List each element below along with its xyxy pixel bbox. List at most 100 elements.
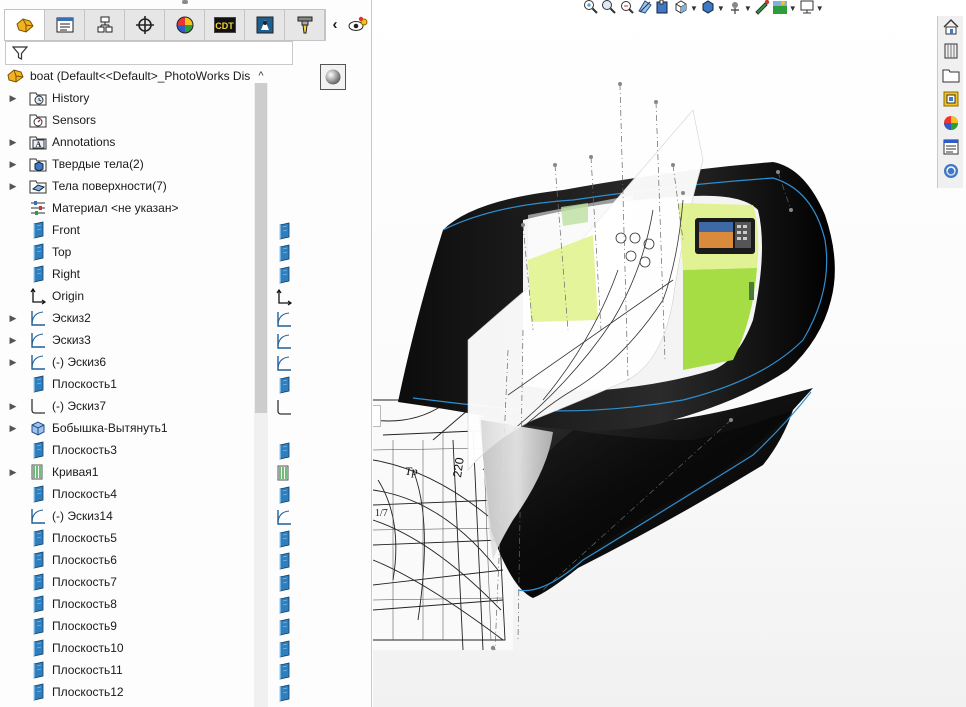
tree-item[interactable]: ▶ (-) Эскиз6 — [0, 351, 252, 373]
apply-scene-button[interactable]: ▼ — [772, 0, 797, 16]
panel-grip[interactable] — [182, 0, 188, 4]
sketch-icon[interactable] — [274, 353, 294, 373]
tree-root-part[interactable]: boat (Default<<Default>_PhotoWorks Dis — [0, 65, 268, 87]
chevron-down-icon[interactable]: ▼ — [789, 4, 797, 13]
tab-property-manager[interactable] — [45, 10, 85, 40]
plane-icon[interactable] — [274, 639, 294, 659]
expand-arrow-icon[interactable]: ▶ — [8, 467, 18, 478]
tab-dimxpert-manager[interactable] — [125, 10, 165, 40]
tree-item[interactable]: Origin — [0, 285, 252, 307]
expand-arrow-icon[interactable]: ▶ — [8, 357, 18, 368]
curve-icon[interactable] — [274, 463, 294, 483]
viewport-split-handle[interactable] — [373, 405, 381, 427]
tab-cam-feature-manager[interactable]: CDT — [205, 10, 245, 40]
chevron-down-icon[interactable]: ▼ — [690, 4, 698, 13]
expand-arrow-icon[interactable]: ▶ — [8, 423, 18, 434]
custom-properties-tab[interactable] — [940, 138, 962, 159]
chevron-down-icon[interactable]: ▼ — [816, 4, 824, 13]
tree-item[interactable]: Плоскость9 — [0, 615, 252, 637]
plane-icon[interactable] — [274, 683, 294, 703]
tree-filter-field[interactable] — [5, 41, 293, 65]
plane-icon[interactable] — [274, 265, 294, 285]
collapse-panel-button[interactable]: ‹ — [328, 15, 342, 35]
plane-icon[interactable] — [274, 441, 294, 461]
tree-item[interactable]: Плоскость5 — [0, 527, 252, 549]
solidworks-resources-tab[interactable] — [940, 18, 962, 39]
tree-item[interactable]: Плоскость4 — [0, 483, 252, 505]
tree-item[interactable]: ▶ Твердые тела(2) — [0, 153, 252, 175]
expand-arrow-icon[interactable]: ▶ — [8, 313, 18, 324]
plane-icon[interactable] — [274, 529, 294, 549]
zoom-to-fit-button[interactable] — [583, 0, 599, 16]
tree-item[interactable]: Плоскость8 — [0, 593, 252, 615]
tree-item[interactable]: (-) Эскиз14 — [0, 505, 252, 527]
tree-item[interactable]: Плоскость12 — [0, 681, 252, 703]
tree-item[interactable]: ▶ Тела поверхности(7) — [0, 175, 252, 197]
view-palette-tab[interactable] — [940, 90, 962, 111]
expand-arrow-icon[interactable]: ▶ — [8, 181, 18, 192]
tree-item[interactable]: Front — [0, 219, 252, 241]
plane-icon[interactable] — [274, 485, 294, 505]
tree-item[interactable]: Sensors — [0, 109, 252, 131]
view-orientation-button[interactable]: ▼ — [673, 0, 698, 16]
tree-item[interactable]: ▶ Кривая1 — [0, 461, 252, 483]
tree-item[interactable]: Плоскость1 — [0, 373, 252, 395]
plane-icon[interactable] — [274, 617, 294, 637]
sketch-icon[interactable] — [274, 507, 294, 527]
tab-configuration-manager[interactable] — [85, 10, 125, 40]
appearances-scenes-tab[interactable] — [940, 114, 962, 135]
tree-item[interactable]: Плоскость3 — [0, 439, 252, 461]
tab-cam-tool-manager[interactable] — [285, 10, 325, 40]
plane-icon[interactable] — [274, 661, 294, 681]
tab-cam-operation-manager[interactable] — [245, 10, 285, 40]
plane-icon[interactable] — [274, 573, 294, 593]
expand-arrow-icon[interactable]: ▶ — [8, 159, 18, 170]
hide-show-items-button[interactable]: ▼ — [727, 0, 752, 16]
sketch-icon[interactable] — [274, 309, 294, 329]
expand-arrow-icon[interactable]: ▶ — [8, 335, 18, 346]
display-style-button[interactable]: ▼ — [700, 0, 725, 16]
section-view-button[interactable] — [637, 0, 653, 16]
tree-item[interactable]: ▶ A Annotations — [0, 131, 252, 153]
chevron-down-icon[interactable]: ▼ — [744, 4, 752, 13]
tree-item[interactable]: ▶ (-) Эскиз7 — [0, 395, 252, 417]
plane-icon[interactable] — [274, 243, 294, 263]
tree-item[interactable]: Материал <не указан> — [0, 197, 252, 219]
design-library-tab[interactable] — [940, 42, 962, 63]
view-settings-button[interactable]: ▼ — [799, 0, 824, 16]
tree-scroll-up-button[interactable]: ^ — [254, 69, 268, 83]
appearance-sphere-button[interactable] — [320, 64, 346, 90]
tab-display-manager[interactable] — [165, 10, 205, 40]
tree-item[interactable]: Плоскость7 — [0, 571, 252, 593]
display-pane-button[interactable] — [346, 14, 370, 36]
dynamic-annotation-button[interactable] — [655, 0, 671, 16]
file-explorer-tab[interactable] — [940, 66, 962, 87]
tree-scrollbar-thumb[interactable] — [255, 83, 267, 413]
plane-icon[interactable] — [274, 375, 294, 395]
tree-item[interactable]: ▶ Эскиз2 — [0, 307, 252, 329]
sketch-3d-icon[interactable] — [274, 397, 294, 417]
tree-item[interactable]: ▶ Эскиз3 — [0, 329, 252, 351]
expand-arrow-icon[interactable]: ▶ — [8, 401, 18, 412]
tree-scrollbar[interactable] — [254, 83, 268, 707]
tree-item[interactable]: Top — [0, 241, 252, 263]
zoom-to-area-button[interactable] — [601, 0, 617, 16]
edit-appearance-button[interactable] — [754, 0, 770, 16]
solidworks-forum-tab[interactable] — [940, 162, 962, 183]
model-scene[interactable]: Tp 220 1/7 — [373, 0, 966, 707]
tree-item[interactable]: ▶ History — [0, 87, 252, 109]
plane-icon[interactable] — [274, 595, 294, 615]
tree-item[interactable]: ▶ Бобышка-Вытянуть1 — [0, 417, 252, 439]
tree-item[interactable]: Плоскость10 — [0, 637, 252, 659]
sketch-icon[interactable] — [274, 331, 294, 351]
origin-icon[interactable] — [274, 287, 294, 307]
tree-item[interactable]: Плоскость11 — [0, 659, 252, 681]
console-display-screen[interactable] — [695, 218, 755, 254]
chevron-down-icon[interactable]: ▼ — [717, 4, 725, 13]
plane-icon[interactable] — [274, 551, 294, 571]
expand-arrow-icon[interactable]: ▶ — [8, 93, 18, 104]
previous-view-button[interactable] — [619, 0, 635, 16]
graphics-viewport[interactable]: Tp 220 1/7 ▼ ▼ ▼ ▼ ▼ — [373, 0, 966, 707]
plane-icon[interactable] — [274, 221, 294, 241]
expand-arrow-icon[interactable]: ▶ — [8, 137, 18, 148]
